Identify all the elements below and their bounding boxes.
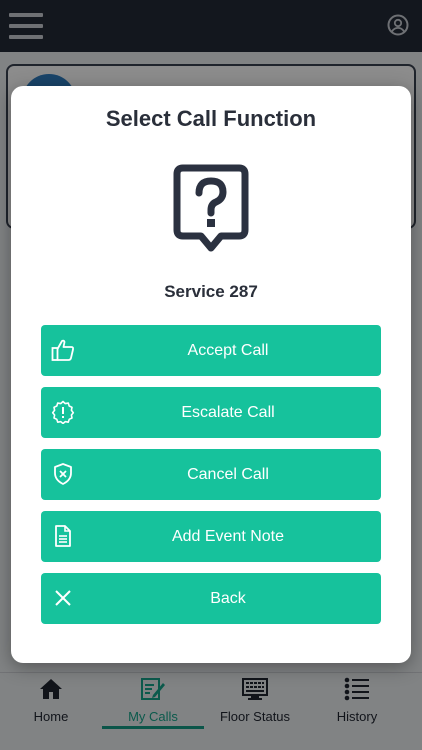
question-bubble-icon — [173, 164, 249, 252]
button-label: Escalate Call — [181, 404, 275, 421]
button-label: Accept Call — [187, 342, 269, 359]
dialog-title: Select Call Function — [105, 106, 317, 131]
document-icon — [55, 525, 71, 547]
button-label: Back — [210, 590, 246, 607]
thumbs-up-icon — [51, 339, 74, 361]
shield-x-icon — [54, 463, 72, 485]
back-button[interactable]: Back — [41, 573, 381, 624]
button-label: Add Event Note — [171, 528, 285, 545]
app-screen: Home My Calls Floor Status History Selec… — [0, 0, 422, 750]
add-event-note-button[interactable]: Add Event Note — [41, 511, 381, 562]
close-icon — [55, 590, 71, 606]
call-function-dialog: Select Call Function Service 287 Accept … — [11, 86, 411, 663]
escalate-call-button[interactable]: Escalate Call — [41, 387, 381, 438]
cancel-call-button[interactable]: Cancel Call — [41, 449, 381, 500]
accept-call-button[interactable]: Accept Call — [41, 325, 381, 376]
service-label: Service 287 — [164, 282, 258, 301]
alert-badge-icon — [51, 400, 75, 424]
button-label: Cancel Call — [187, 466, 269, 483]
